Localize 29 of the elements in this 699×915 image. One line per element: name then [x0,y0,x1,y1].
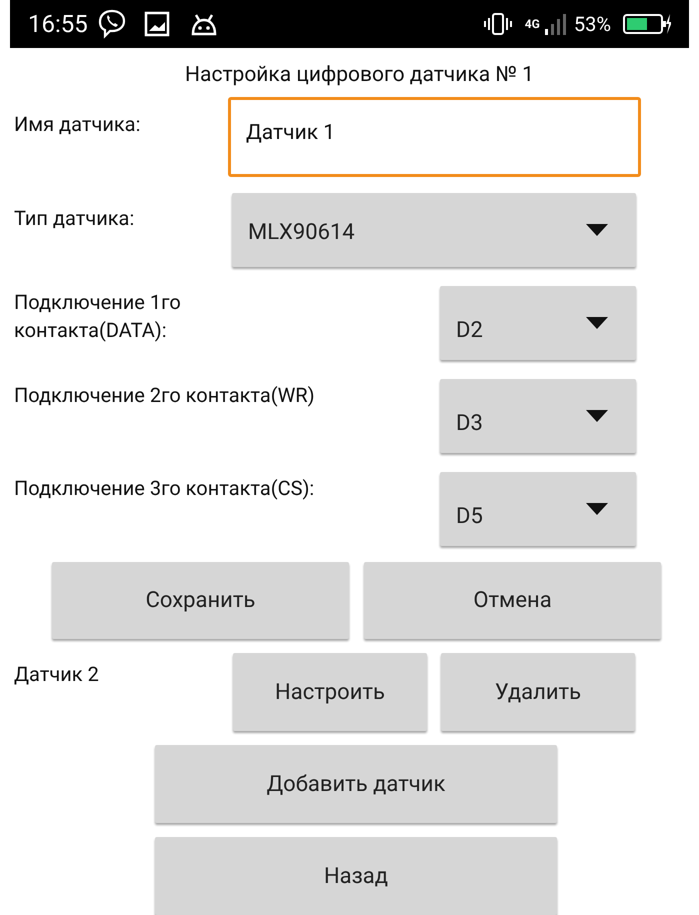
dropdown[interactable]: MLX90614 [232,193,636,267]
battery-percent: 53% [574,10,611,38]
sensor-button[interactable]: Удалить [441,653,635,731]
dropdown-caret-icon [586,410,608,422]
field-label: Имя датчика: [14,111,142,138]
field-label: Подключение 3го контакта(CS): [14,475,316,502]
wide-button[interactable]: Добавить датчик [155,745,557,823]
wide-button[interactable]: Назад [155,837,557,915]
clock: 16:55 [28,8,88,40]
sensor-name-field[interactable]: Датчик 1 [228,97,641,177]
battery-charging-icon [623,12,671,35]
dropdown-caret-icon [586,503,608,515]
field-label: Подключение 1го контакта(DATA): [14,289,182,344]
field-label: Подключение 2го контакта(WR) [14,382,316,409]
vibrate-icon [482,12,513,35]
image-icon [144,10,170,37]
dropdown-caret-icon [586,317,608,329]
dropdown[interactable]: D2 [440,286,636,360]
dropdown-caret-icon [586,224,608,236]
sensor-button[interactable]: Настроить [233,653,427,731]
action-button[interactable]: Отмена [364,562,661,639]
action-button[interactable]: Сохранить [52,562,349,639]
screen-title: Настройка цифрового датчика № 1 [184,62,535,88]
sensor-label: Датчик 2 [14,661,100,688]
signal-icon [544,12,566,35]
field-label: Тип датчика: [14,205,136,232]
network-type: 4G [524,18,540,30]
dropdown[interactable]: D3 [440,379,636,453]
dropdown[interactable]: D5 [440,472,636,546]
